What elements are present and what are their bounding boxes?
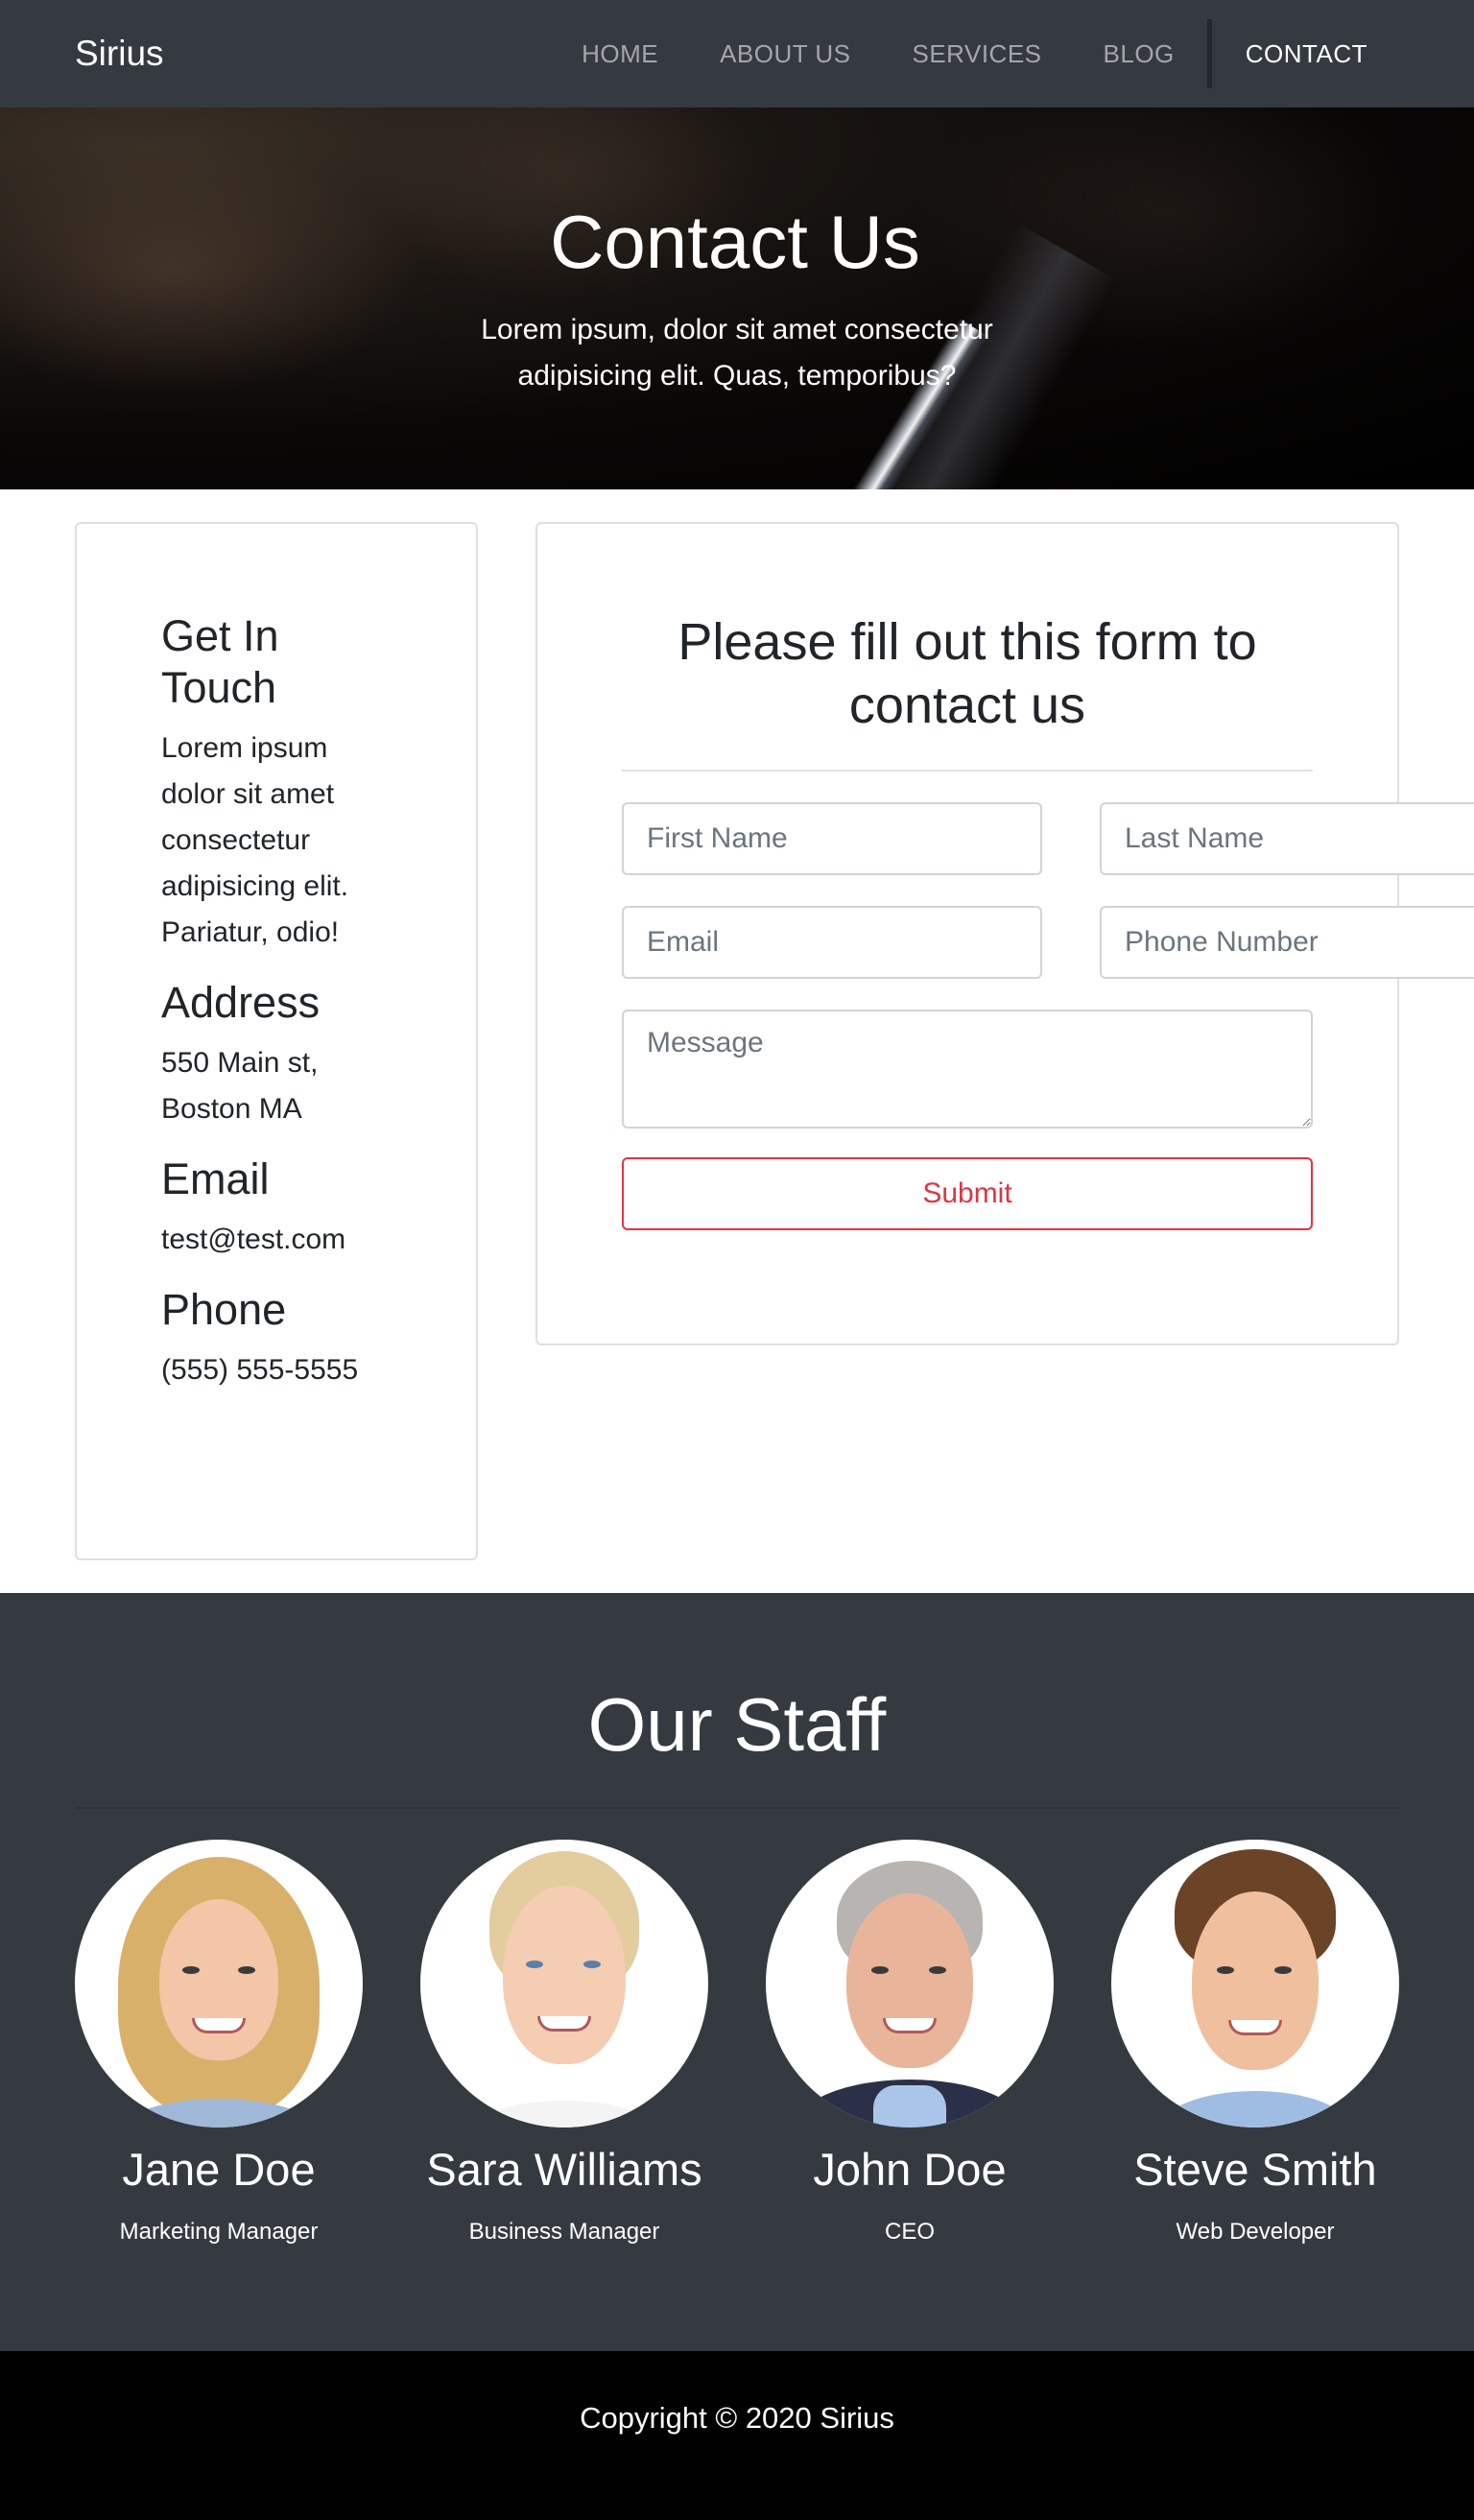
nav-links: HOME ABOUT US SERVICES BLOG CONTACT: [551, 0, 1399, 107]
contact-info-card: Get In Touch Lorem ipsum dolor sit amet …: [75, 522, 478, 1560]
avatar-sara-williams: [420, 1840, 708, 2128]
nav-link-services[interactable]: SERVICES: [882, 0, 1073, 107]
phone-number-input[interactable]: [1100, 906, 1474, 979]
email-text: test@test.com: [161, 1224, 346, 1255]
staff-name: John Doe: [813, 2144, 1007, 2195]
copyright-text: Copyright © 2020 Sirius: [580, 2401, 894, 2435]
staff-role: CEO: [884, 2219, 935, 2245]
nav-link-home[interactable]: HOME: [551, 0, 689, 107]
get-in-touch-text: Lorem ipsum dolor sit amet consectetur a…: [161, 732, 349, 948]
address-heading: Address: [161, 978, 321, 1027]
staff-name: Steve Smith: [1133, 2144, 1377, 2195]
form-heading: Please fill out this form to contact us: [622, 610, 1313, 772]
avatar-jane-doe: [75, 1840, 363, 2128]
staff-grid: Jane Doe Marketing Manager Sara Williams…: [75, 1840, 1399, 2246]
contact-section: Get In Touch Lorem ipsum dolor sit amet …: [0, 489, 1474, 1593]
staff-member: Steve Smith Web Developer: [1111, 1840, 1399, 2246]
brand-logo[interactable]: Sirius: [75, 34, 164, 74]
phone-heading: Phone: [161, 1285, 287, 1334]
form-row-contact: [622, 906, 1474, 979]
hero-background-shape: [0, 146, 422, 395]
staff-member: John Doe CEO: [766, 1840, 1054, 2246]
last-name-input[interactable]: [1100, 802, 1474, 875]
staff-role: Business Manager: [468, 2219, 660, 2245]
hero-subtitle: Lorem ipsum, dolor sit amet consectetur …: [481, 313, 993, 392]
form-row-name: [622, 802, 1474, 875]
phone-text: (555) 555-5555: [161, 1354, 359, 1386]
get-in-touch-heading: Get In Touch: [161, 611, 279, 712]
submit-button[interactable]: Submit: [622, 1157, 1313, 1230]
contact-form-card: Please fill out this form to contact us …: [535, 522, 1474, 1345]
staff-role: Marketing Manager: [119, 2219, 319, 2245]
staff-name: Jane Doe: [122, 2144, 316, 2195]
email-heading: Email: [161, 1154, 270, 1203]
staff-member: Jane Doe Marketing Manager: [75, 1840, 363, 2246]
avatar-john-doe: [766, 1840, 1054, 2128]
hero-title: Contact Us: [550, 199, 920, 284]
staff-heading: Our Staff: [75, 1681, 1399, 1809]
nav-link-blog[interactable]: BLOG: [1073, 0, 1205, 107]
staff-name: Sara Williams: [426, 2144, 702, 2195]
contact-form: Submit: [622, 802, 1474, 1230]
message-textarea[interactable]: [622, 1010, 1313, 1129]
email-input[interactable]: [622, 906, 1042, 979]
avatar-steve-smith: [1111, 1840, 1399, 2128]
nav-link-about-us[interactable]: ABOUT US: [689, 0, 881, 107]
staff-section: Our Staff Jane Doe Marketing Manager Sar…: [0, 1593, 1474, 2351]
navbar: Sirius HOME ABOUT US SERVICES BLOG CONTA…: [0, 0, 1474, 107]
footer: Copyright © 2020 Sirius: [0, 2351, 1474, 2520]
staff-role: Web Developer: [1176, 2219, 1335, 2245]
staff-member: Sara Williams Business Manager: [420, 1840, 708, 2246]
nav-link-contact[interactable]: CONTACT: [1206, 19, 1399, 88]
first-name-input[interactable]: [622, 802, 1042, 875]
address-text: 550 Main st, Boston MA: [161, 1047, 319, 1125]
hero-banner: Contact Us Lorem ipsum, dolor sit amet c…: [0, 107, 1474, 489]
